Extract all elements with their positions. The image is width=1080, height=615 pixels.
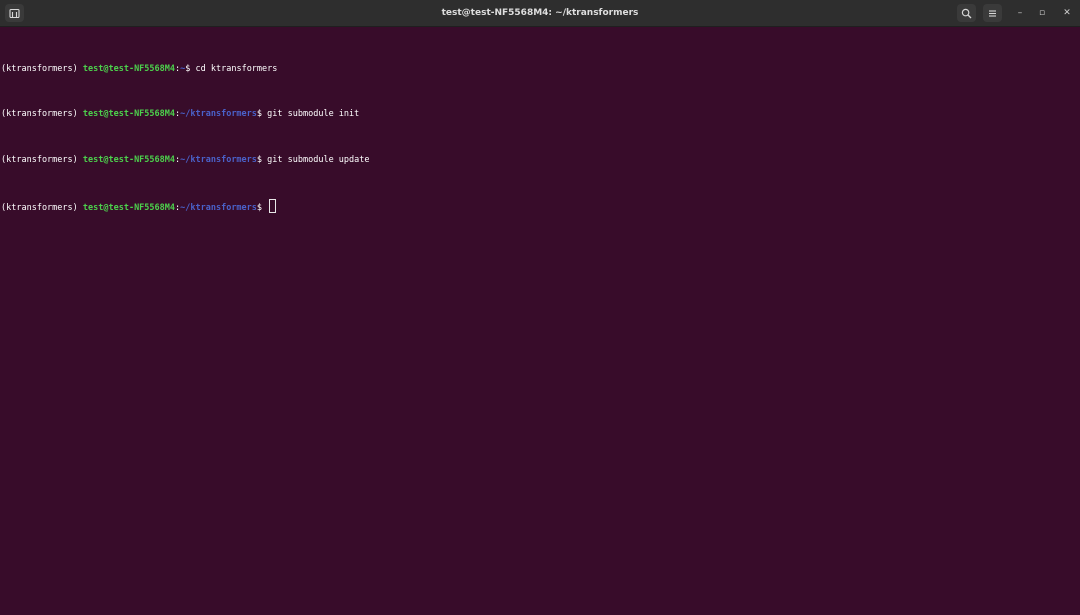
conda-env-label: (ktransformers) [1, 109, 83, 120]
hamburger-menu-icon [987, 4, 998, 23]
text-cursor[interactable] [269, 199, 277, 214]
close-icon: ✕ [1063, 8, 1071, 18]
prompt-symbol: $ [256, 155, 268, 166]
command-text: git submodule init [267, 109, 360, 120]
new-tab-button[interactable] [5, 4, 24, 22]
user-host: test@test-NF5568M4 [82, 109, 176, 120]
maximize-button[interactable]: ▫ [1033, 4, 1051, 22]
title-bar[interactable]: test@test-NF5568M4: ~/ktransformers – ▫ … [0, 0, 1080, 27]
conda-env-label: (ktransformers) [1, 203, 83, 214]
maximize-icon: ▫ [1038, 8, 1046, 18]
minimize-button[interactable]: – [1011, 4, 1029, 22]
user-host: test@test-NF5568M4 [82, 63, 176, 74]
window-title: test@test-NF5568M4: ~/ktransformers [441, 8, 639, 18]
close-button[interactable]: ✕ [1058, 4, 1076, 22]
new-tab-icon [9, 4, 20, 23]
terminal-line: (ktransformers) test@test-NF5568M4:~$ cd… [1, 62, 1080, 77]
working-directory: ~/ktransformers [180, 155, 257, 166]
search-icon [961, 4, 972, 23]
minimize-icon: – [1017, 8, 1023, 18]
command-text: git submodule update [267, 155, 370, 166]
user-host: test@test-NF5568M4 [82, 203, 176, 214]
command-text: cd ktransformers [195, 63, 278, 74]
conda-env-label: (ktransformers) [1, 63, 83, 74]
prompt-symbol: $ [256, 203, 268, 214]
terminal-window: test@test-NF5568M4: ~/ktransformers – ▫ … [0, 0, 1080, 615]
search-button[interactable] [957, 4, 976, 22]
working-directory: ~/ktransformers [180, 203, 257, 214]
working-directory: ~/ktransformers [180, 109, 257, 120]
user-host: test@test-NF5568M4 [82, 155, 176, 166]
terminal-line: (ktransformers) test@test-NF5568M4:~/ktr… [1, 199, 1080, 214]
prompt-symbol: $ [256, 109, 268, 120]
conda-env-label: (ktransformers) [1, 155, 83, 166]
terminal-line: (ktransformers) test@test-NF5568M4:~/ktr… [1, 153, 1080, 168]
prompt-symbol: $ [185, 63, 196, 74]
terminal-output[interactable]: (ktransformers) test@test-NF5568M4:~$ cd… [0, 28, 1080, 615]
menu-button[interactable] [983, 4, 1002, 22]
terminal-line: (ktransformers) test@test-NF5568M4:~/ktr… [1, 107, 1080, 122]
